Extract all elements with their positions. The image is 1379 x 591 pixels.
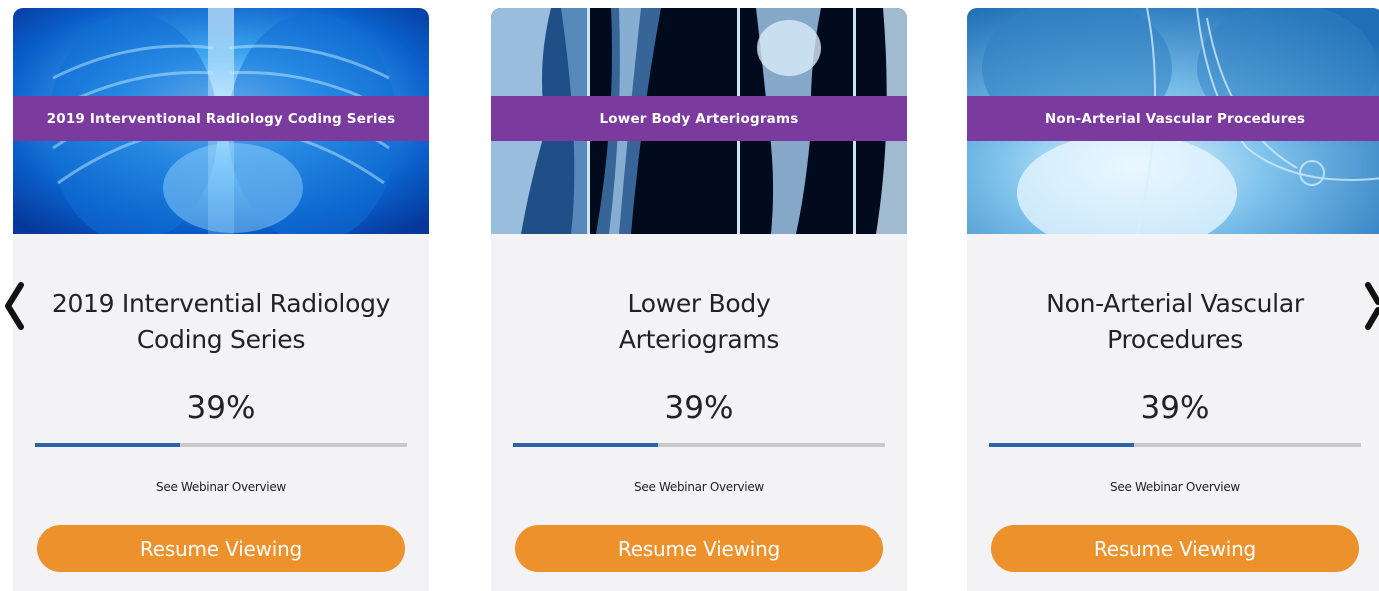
carousel-next-button[interactable] <box>1364 282 1379 330</box>
title-line: 2019 Intervential Radiology <box>51 289 391 318</box>
title-line: Procedures <box>1107 325 1243 354</box>
see-webinar-overview-link[interactable]: See Webinar Overview <box>967 480 1379 494</box>
progress-percent: 39% <box>664 390 734 426</box>
banner-text: 2019 Interventional Radiology Coding Ser… <box>46 110 396 127</box>
webinar-banner: 2019 Interventional Radiology Coding Ser… <box>13 96 429 141</box>
webinar-title: Lower Body Arteriograms <box>521 286 877 358</box>
webinar-thumbnail[interactable]: Lower Body Arteriograms <box>491 8 907 234</box>
webinar-thumbnail[interactable]: Non-Arterial Vascular Procedures <box>967 8 1379 234</box>
banner-text: Lower Body Arteriograms <box>599 110 799 127</box>
chevron-right-icon <box>1365 282 1379 330</box>
chevron-left-icon <box>5 282 24 330</box>
see-webinar-overview-link[interactable]: See Webinar Overview <box>13 480 429 494</box>
progress-bar-fill <box>35 443 181 447</box>
webinar-banner: Lower Body Arteriograms <box>491 96 907 141</box>
webinar-title: Non-Arterial Vascular Procedures <box>997 286 1353 358</box>
progress-bar-fill <box>513 443 659 447</box>
webinar-carousel: 2019 Interventional Radiology Coding Ser… <box>0 0 1379 591</box>
see-webinar-overview-link[interactable]: See Webinar Overview <box>491 480 907 494</box>
progress-bar-fill <box>989 443 1135 447</box>
webinar-banner: Non-Arterial Vascular Procedures <box>967 96 1379 141</box>
resume-viewing-button[interactable]: Resume Viewing <box>37 525 405 572</box>
webinar-title: 2019 Intervential Radiology Coding Serie… <box>43 286 399 358</box>
webinar-card: 2019 Interventional Radiology Coding Ser… <box>13 8 429 591</box>
progress-bar <box>989 443 1361 447</box>
webinar-card: Lower Body Arteriograms Lower Body Arter… <box>491 8 907 591</box>
title-line: Lower Body <box>627 289 771 318</box>
webinar-thumbnail[interactable]: 2019 Interventional Radiology Coding Ser… <box>13 8 429 234</box>
title-line: Non-Arterial Vascular <box>1046 289 1304 318</box>
title-line: Coding Series <box>136 325 306 354</box>
resume-viewing-button[interactable]: Resume Viewing <box>515 525 883 572</box>
webinar-card: Non-Arterial Vascular Procedures Non-Art… <box>967 8 1379 591</box>
title-line: Arteriograms <box>618 325 780 354</box>
carousel-prev-button[interactable] <box>3 282 25 330</box>
progress-bar <box>513 443 885 447</box>
banner-text: Non-Arterial Vascular Procedures <box>1044 110 1306 127</box>
progress-bar <box>35 443 407 447</box>
resume-viewing-button[interactable]: Resume Viewing <box>991 525 1359 572</box>
progress-percent: 39% <box>1140 390 1210 426</box>
progress-percent: 39% <box>186 390 256 426</box>
